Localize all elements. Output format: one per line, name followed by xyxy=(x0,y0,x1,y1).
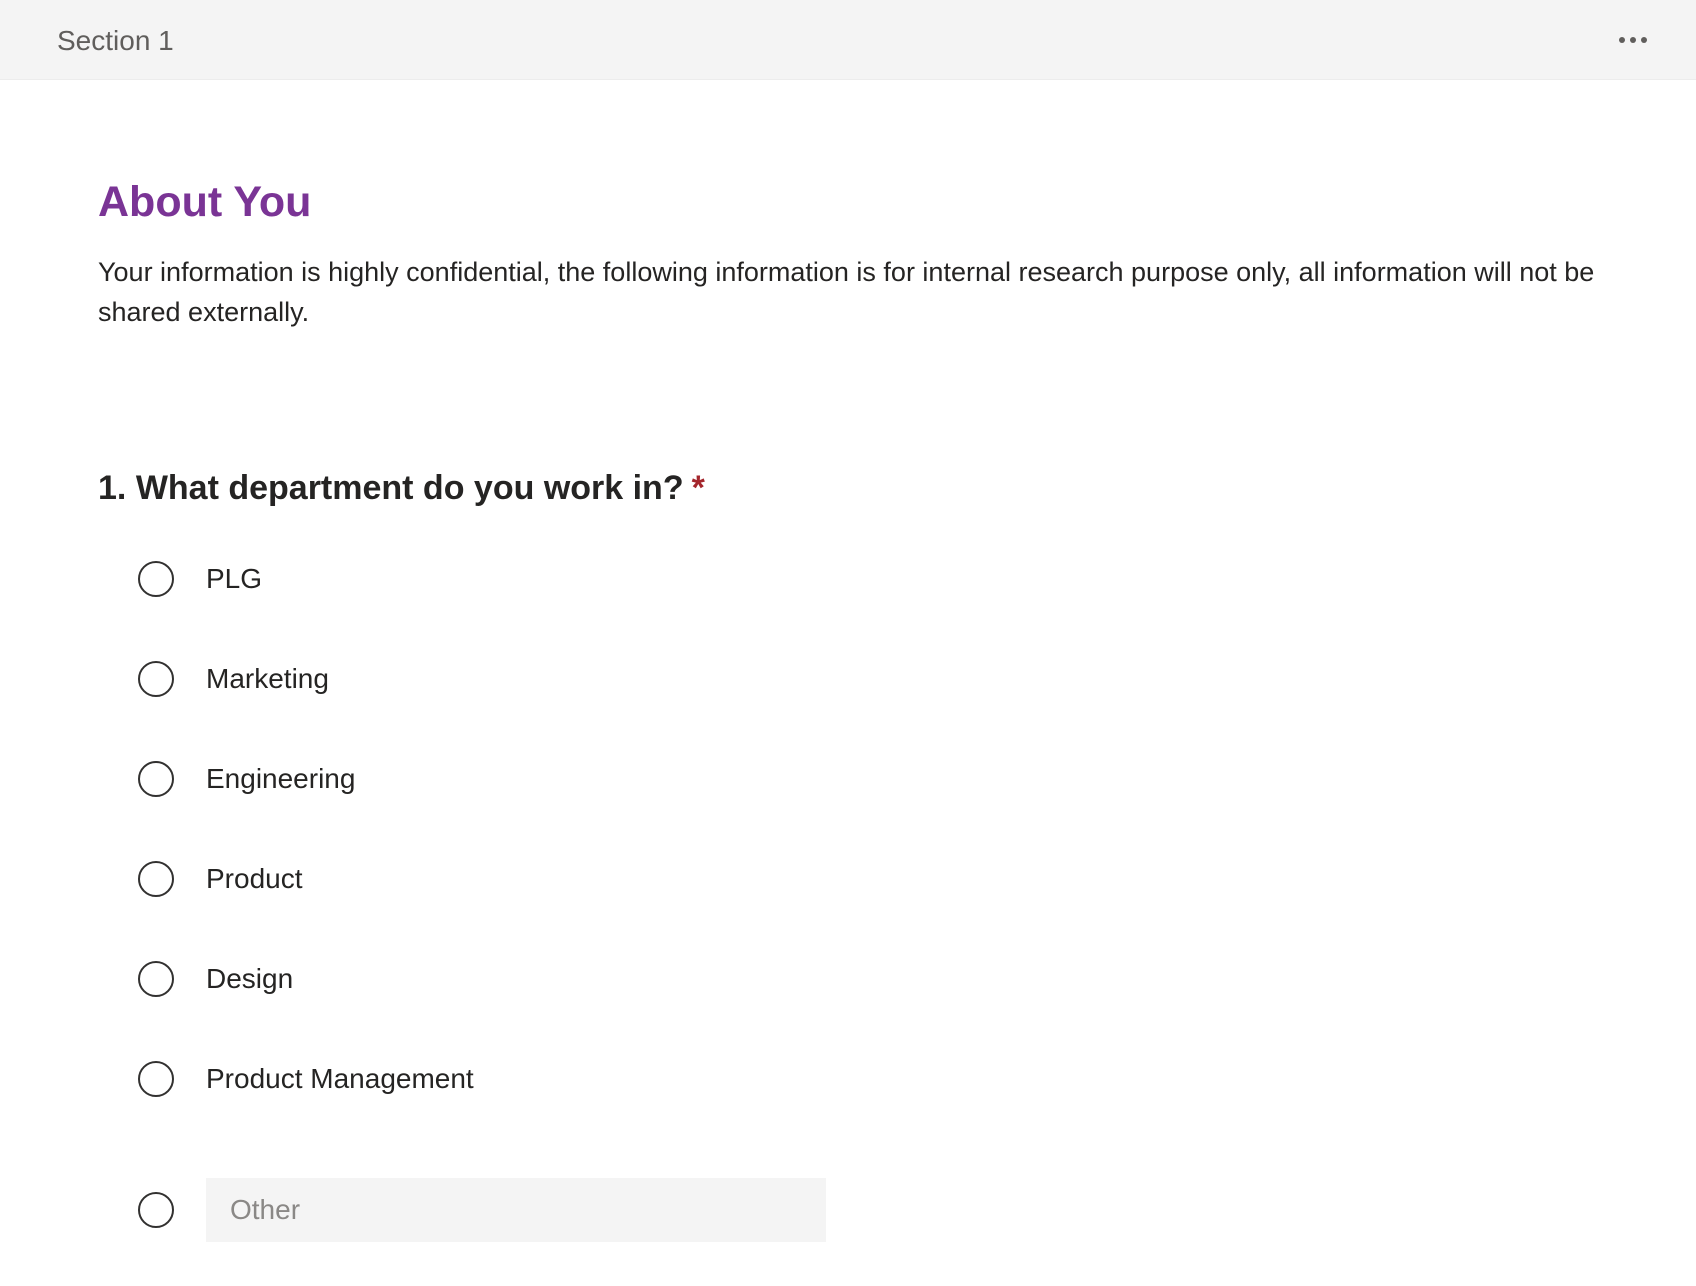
more-horizontal-icon-dot xyxy=(1630,37,1636,43)
form-description: Your information is highly confidential,… xyxy=(98,257,1595,327)
choice-design[interactable]: Design xyxy=(138,955,1338,1055)
radio-button[interactable] xyxy=(138,1192,174,1228)
question-title: 1. What department do you work in? * xyxy=(98,466,705,510)
more-horizontal-icon-dot xyxy=(1641,37,1647,43)
radio-button[interactable] xyxy=(138,761,174,797)
section-header: Section 1 xyxy=(0,0,1696,80)
more-horizontal-icon xyxy=(1619,37,1625,43)
choice-label: PLG xyxy=(206,563,263,594)
choice-product-management[interactable]: Product Management xyxy=(138,1055,1338,1155)
choice-plg[interactable]: PLG xyxy=(138,555,1338,655)
question-number: 1. xyxy=(98,469,127,507)
choice-label: Product xyxy=(206,863,303,894)
choice-label: Engineering xyxy=(206,763,356,794)
section-title: Section 1 xyxy=(57,25,174,56)
choice-other[interactable] xyxy=(138,1170,1338,1250)
required-mark: * xyxy=(691,469,705,507)
radio-button[interactable] xyxy=(138,1061,174,1097)
choice-list: PLG Marketing Engineering Product Design… xyxy=(138,555,1338,1250)
choice-product[interactable]: Product xyxy=(138,855,1338,955)
radio-button[interactable] xyxy=(138,661,174,697)
form-title: About You xyxy=(98,178,312,226)
choice-marketing[interactable]: Marketing xyxy=(138,655,1338,755)
choice-label: Marketing xyxy=(206,663,329,694)
more-options-button[interactable] xyxy=(1610,22,1656,58)
radio-button[interactable] xyxy=(138,861,174,897)
choice-label: Design xyxy=(206,963,294,994)
question-text: What department do you work in? xyxy=(135,469,684,507)
radio-button[interactable] xyxy=(138,961,174,997)
radio-button[interactable] xyxy=(138,561,174,597)
choice-label: Product Management xyxy=(206,1063,474,1094)
choice-engineering[interactable]: Engineering xyxy=(138,755,1338,855)
other-input[interactable] xyxy=(206,1178,826,1242)
